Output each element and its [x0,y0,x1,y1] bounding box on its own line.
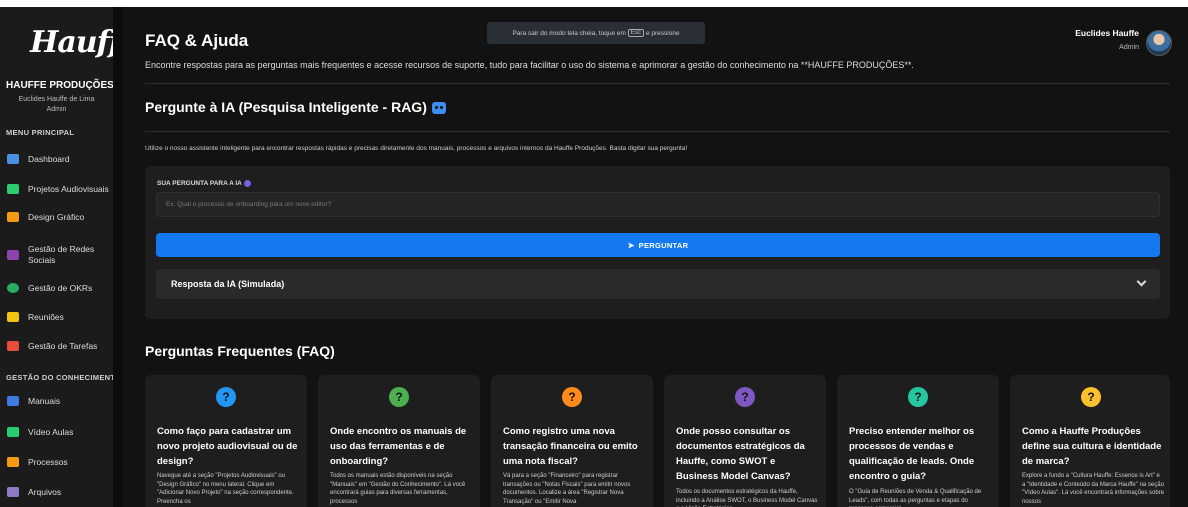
fullscreen-hint: Para sair do modo tela cheia, toque em E… [487,22,705,44]
hint-text: Para sair do modo tela cheia, toque em [512,29,626,37]
sidebar: Hauffe HAUFFE PRODUÇÕES Euclides Hauffe … [0,7,113,507]
sidebar-item-label: Gestão de Redes Sociais [28,244,95,265]
faq-answer: Todos os manuais estão disponíveis na se… [330,473,466,505]
sidebar-item-video-aulas[interactable]: Vídeo Aulas [0,420,113,444]
faq-card[interactable]: ? Como a Hauffe Produções define sua cul… [1010,375,1170,507]
list-icon [7,341,19,351]
sidebar-item-projetos-audiovisuais[interactable]: Projetos Audiovisuais [0,177,113,201]
sidebar-item-label: Arquivos [28,486,62,497]
users-icon [7,312,19,322]
page-subtitle: Encontre respostas para as perguntas mai… [145,60,914,70]
faq-question: Preciso entender melhor os processos de … [849,426,975,482]
sidebar-item-label: Vídeo Aulas [28,426,74,437]
question-icon: ? [735,387,755,407]
ia-panel: SUA PERGUNTA PARA A IA ➤ PERGUNTAR Respo… [145,166,1170,319]
sidebar-item-arquivos[interactable]: Arquivos [0,480,113,504]
header-user-name[interactable]: Euclides Hauffe [1075,28,1139,38]
folder-icon [7,487,19,497]
ia-description: Utilize o nosso assistente inteligente p… [145,145,688,152]
ai-answer-accordion[interactable]: Resposta da IA (Simulada) [156,269,1160,299]
question-icon: ? [389,387,409,407]
question-icon: ? [562,387,582,407]
logo[interactable]: Hauffe [30,25,113,60]
avatar[interactable] [1146,30,1172,56]
question-label-text: SUA PERGUNTA PARA A IA [157,180,242,188]
share-icon [7,250,19,260]
palette-icon [7,212,19,222]
sidebar-item-reunioes[interactable]: Reuniões [0,305,113,329]
company-name: HAUFFE PRODUÇÕES [6,80,113,91]
sidebar-item-label: Design Gráfico [28,211,85,222]
question-icon: ? [908,387,928,407]
menu-section-title: MENU PRINCIPAL [6,128,75,137]
sidebar-item-processos[interactable]: Processos [0,450,113,474]
ask-button-label: PERGUNTAR [638,240,689,250]
sidebar-item-redes-sociais[interactable]: Gestão de Redes Sociais [0,240,113,270]
faq-card[interactable]: ? Como registro uma nova transação finan… [491,375,653,507]
faq-answer: Todos os documentos estratégicos da Hauf… [676,489,818,507]
sidebar-user-name: Euclides Hauffe de Lima [18,96,95,103]
target-icon [7,283,19,293]
sidebar-item-label: Processos [28,456,68,467]
faq-card[interactable]: ? Como faço para cadastrar um novo proje… [145,375,307,507]
header-user-role: Admin [1119,44,1139,51]
faq-answer: O "Guia de Reuniões de Venda & Qualifica… [849,489,982,507]
ask-button[interactable]: ➤ PERGUNTAR [156,233,1160,257]
faq-answer: Vá para a seção "Financeiro" para regist… [503,473,631,505]
faq-question: Onde encontro os manuais de uso das ferr… [330,426,467,467]
esc-key: Esc [627,29,644,37]
divider [145,83,1170,84]
question-label: SUA PERGUNTA PARA A IA [157,180,251,187]
divider [145,131,1170,132]
question-input[interactable] [156,192,1160,217]
chevron-down-icon [1136,276,1147,287]
sidebar-item-label: Gestão de Tarefas [28,340,98,351]
sidebar-item-label: Reuniões [28,311,64,322]
faq-question: Como registro uma nova transação finance… [503,426,638,467]
answer-label: Resposta da IA (Simulada) [171,279,285,289]
sidebar-item-dashboard[interactable]: Dashboard [0,147,113,171]
faq-answer: Navegue até a seção "Projetos Audiovisua… [157,473,294,505]
faq-question: Como faço para cadastrar um novo projeto… [157,426,298,467]
sidebar-item-label: Manuais [28,395,61,406]
faq-card[interactable]: ? Preciso entender melhor os processos d… [837,375,999,507]
faq-answer: Explore a fundo a "Cultura Hauffe: Essen… [1022,473,1165,505]
faq-question: Como a Hauffe Produções define sua cultu… [1022,426,1162,467]
sidebar-item-okrs[interactable]: Gestão de OKRs [0,276,113,300]
video-icon [7,427,19,437]
robot-icon [431,102,446,115]
sidebar-item-label: Dashboard [28,153,70,164]
film-icon [7,184,19,194]
chart-line-icon [7,154,19,164]
faq-card[interactable]: ? Onde encontro os manuais de uso das fe… [318,375,480,507]
sidebar-item-tarefas[interactable]: Gestão de Tarefas [0,334,113,358]
sidebar-user-role: Admin [46,106,67,113]
faq-section-title: Perguntas Frequentes (FAQ) [145,343,335,359]
ia-section-title: Pergunte à IA (Pesquisa Inteligente - RA… [145,99,446,115]
book-icon [7,396,19,406]
sidebar-item-label: Projetos Audiovisuais [28,183,109,194]
hint-text-after: e pressione [645,29,680,37]
send-icon: ➤ [627,240,635,250]
help-icon[interactable] [243,180,251,187]
sidebar-item-label: Gestão de OKRs [28,282,93,293]
sidebar-item-design-grafico[interactable]: Design Gráfico [0,205,113,229]
faq-question: Onde posso consultar os documentos estra… [676,426,805,482]
knowledge-section-title: GESTÃO DO CONHECIMENTO [6,373,113,382]
app-window: Hauffe HAUFFE PRODUÇÕES Euclides Hauffe … [0,7,1188,507]
sidebar-divider [113,7,123,507]
question-icon: ? [216,387,236,407]
process-icon [7,457,19,467]
page-title: FAQ & Ajuda [145,31,249,50]
faq-card[interactable]: ? Onde posso consultar os documentos est… [664,375,826,507]
sidebar-item-manuais[interactable]: Manuais [0,389,113,413]
question-icon: ? [1081,387,1101,407]
ia-title-text: Pergunte à IA (Pesquisa Inteligente - RA… [145,99,427,115]
